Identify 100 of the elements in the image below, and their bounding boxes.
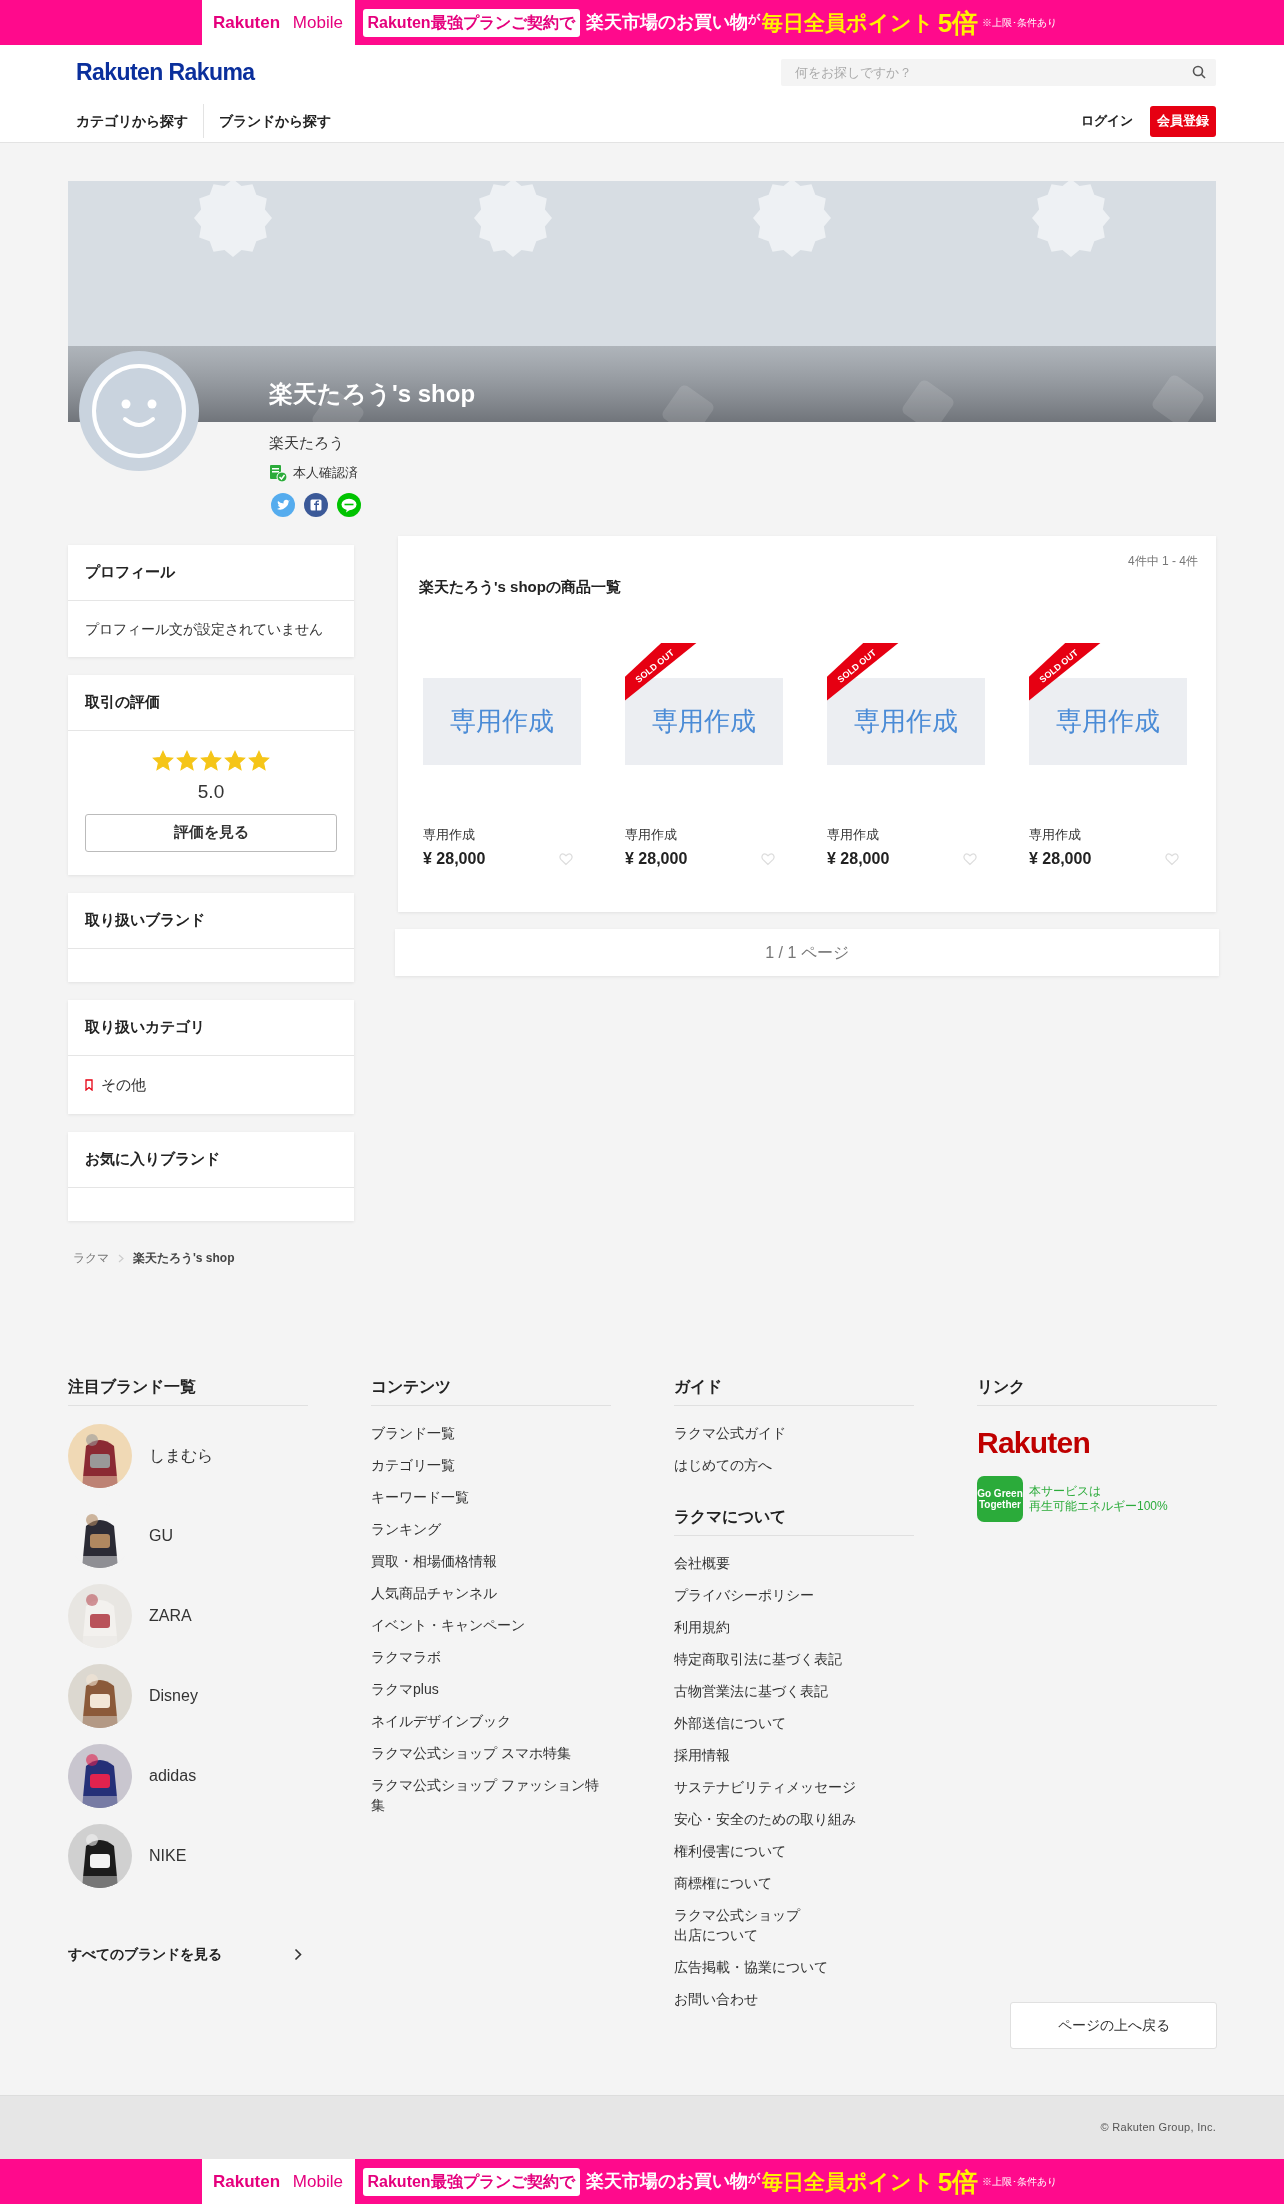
promo-text: 5倍 — [937, 2168, 979, 2195]
heart-icon — [559, 852, 573, 866]
search-icon — [1192, 64, 1206, 79]
promo-text: 楽天市場のお買い物 — [585, 2170, 748, 2193]
card-title: プロフィール — [68, 545, 354, 601]
breadcrumb-link[interactable]: 楽天たろう's shop — [133, 1249, 235, 1267]
badge-caption: 本サービスは — [1029, 1484, 1102, 1499]
brand-link[interactable]: adidas — [149, 1764, 197, 1788]
card-title: お気に入りブランド — [68, 1132, 354, 1188]
footer-link[interactable]: ラクマplus — [371, 1679, 439, 1699]
footer-link[interactable]: 外部送信について — [674, 1713, 786, 1733]
promo-label: Rakuten最強プランご契約で — [362, 8, 580, 37]
breadcrumb-link[interactable]: ラクマ — [73, 1249, 109, 1267]
search-field[interactable]: 何をお探しですか？ — [781, 58, 1216, 86]
footer-link[interactable]: ラクマ公式ショップ 出店について — [674, 1905, 800, 1945]
footer-link[interactable]: 特定商取引法に基づく表記 — [674, 1649, 842, 1669]
footer-link[interactable]: サステナビリティメッセージ — [674, 1777, 856, 1797]
badge-caption: 再生可能エネルギー100% — [1029, 1499, 1168, 1514]
brand-link[interactable]: ZARA — [149, 1604, 192, 1628]
chat-bubble-icon — [337, 492, 361, 517]
footer-heading: 注目ブランド一覧 — [68, 1375, 308, 1406]
footer-link[interactable]: 古物営業法に基づく表記 — [674, 1681, 828, 1701]
verified-label: 本人確認済 — [293, 464, 358, 482]
footer-link[interactable]: 会社概要 — [674, 1553, 730, 1573]
footer-link[interactable]: 広告掲載・協業について — [674, 1957, 828, 1977]
card-title: 取引の評価 — [68, 675, 354, 731]
brand-link[interactable]: Disney — [149, 1684, 198, 1708]
star-icon — [200, 750, 222, 772]
promo-text: 毎日全員ポイント — [761, 2168, 934, 2195]
brand-link[interactable]: GU — [149, 1524, 173, 1548]
footer-link[interactable]: ラクマ公式ショップ スマホ特集 — [371, 1743, 571, 1763]
chevron-right-icon — [294, 1948, 302, 1961]
footer-link[interactable]: お問い合わせ — [674, 1989, 758, 2009]
rakuten-logo[interactable]: Rakuten — [977, 1428, 1091, 1458]
view-ratings-button[interactable]: 評価を見る — [85, 813, 337, 852]
card-title: 取り扱いブランド — [68, 893, 354, 949]
profile-text: プロフィール文が設定されていません — [85, 619, 323, 639]
shop-name: 楽天たろう's shop — [269, 379, 476, 409]
promo-text: 5倍 — [937, 9, 979, 36]
footer-link[interactable]: ラクマ公式ショップ ファッション特集 — [371, 1775, 611, 1815]
copyright: © Rakuten Group, Inc. — [1100, 2120, 1216, 2136]
signup-button[interactable]: 会員登録 — [1150, 105, 1216, 137]
footer-link[interactable]: 権利侵害について — [674, 1841, 786, 1861]
rating-score: 5.0 — [197, 780, 225, 804]
heart-icon — [963, 852, 977, 866]
footer-link[interactable]: イベント・キャンペーン — [371, 1615, 525, 1635]
product-price: ¥ 28,000 — [625, 849, 688, 869]
brand-link[interactable]: しまむら — [149, 1444, 213, 1468]
footer-link[interactable]: 人気商品チャンネル — [371, 1583, 497, 1603]
category-link[interactable]: その他 — [101, 1073, 146, 1097]
verified-icon — [269, 463, 287, 482]
mobile-logo[interactable]: Rakuten Mobile — [201, 2159, 355, 2204]
footer-link[interactable]: ラクマ公式ガイド — [674, 1423, 786, 1443]
footer-heading: ガイド — [674, 1375, 914, 1406]
pagination: 1 / 1 ページ — [395, 929, 1219, 976]
footer-link[interactable]: 安心・安全のための取り組み — [674, 1809, 856, 1829]
product-name: 専用作成 — [1029, 825, 1081, 844]
item-count: 4件中 1 - 4件 — [1127, 553, 1198, 570]
star-icon — [224, 750, 246, 772]
heart-icon — [1165, 852, 1179, 866]
footer-link[interactable]: 利用規約 — [674, 1617, 730, 1637]
promo-note: ※上限･条件あり — [982, 16, 1058, 30]
all-brands-link[interactable]: すべてのブランドを見る — [68, 1944, 308, 1965]
login-link[interactable]: ログイン — [1081, 111, 1133, 131]
bird-icon — [271, 492, 295, 517]
star-icon — [152, 750, 174, 772]
footer-heading: ラクマについて — [674, 1505, 914, 1536]
promo-text: 毎日全員ポイント — [761, 9, 934, 36]
footer-link[interactable]: ラクマラボ — [371, 1647, 441, 1667]
footer-link[interactable]: ランキング — [371, 1519, 441, 1539]
promo-text: が — [747, 11, 760, 27]
footer-link[interactable]: プライバシーポリシー — [674, 1585, 814, 1605]
star-icon — [176, 750, 198, 772]
promo-note: ※上限･条件あり — [982, 2175, 1058, 2189]
footer-link[interactable]: カテゴリ一覧 — [371, 1455, 455, 1475]
footer-link[interactable]: キーワード一覧 — [371, 1487, 469, 1507]
brand-link[interactable]: NIKE — [149, 1844, 187, 1868]
site-logo[interactable]: Rakuten Rakuma — [76, 54, 255, 90]
footer-link[interactable]: 買取・相場価格情報 — [371, 1551, 497, 1571]
avatar-icon — [79, 351, 199, 471]
footer-link[interactable]: はじめての方へ — [674, 1455, 772, 1475]
card-title: 取り扱いカテゴリ — [68, 1000, 354, 1056]
bookmark-icon — [85, 1079, 93, 1091]
product-name: 専用作成 — [423, 825, 475, 844]
product-name: 専用作成 — [827, 825, 879, 844]
footer-link[interactable]: 採用情報 — [674, 1745, 730, 1765]
footer-heading: コンテンツ — [371, 1375, 611, 1406]
product-name: 専用作成 — [625, 825, 677, 844]
mobile-logo[interactable]: Rakuten Mobile — [201, 0, 355, 45]
back-to-top-button[interactable]: ページの上へ戻る — [1010, 2002, 1217, 2049]
nav-link[interactable]: ブランドから探す — [219, 110, 331, 132]
footer-link[interactable]: ブランド一覧 — [371, 1423, 455, 1443]
footer-link[interactable]: 商標権について — [674, 1873, 772, 1893]
star-icon — [248, 750, 270, 772]
chevron-icon — [118, 1253, 124, 1263]
nav-link[interactable]: カテゴリから探す — [76, 110, 188, 132]
footer-link[interactable]: ネイルデザインブック — [371, 1711, 511, 1731]
promo-text: 楽天市場のお買い物 — [585, 11, 748, 34]
product-price: ¥ 28,000 — [423, 849, 486, 869]
heart-icon — [761, 852, 775, 866]
